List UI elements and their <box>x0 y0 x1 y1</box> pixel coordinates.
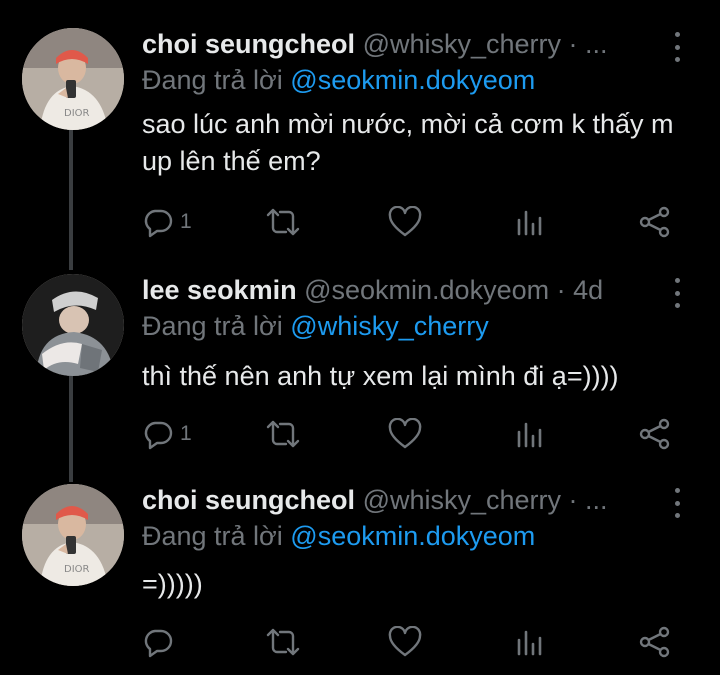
retweet-icon <box>266 420 300 448</box>
share-button[interactable] <box>638 622 672 662</box>
svg-text:DIOR: DIOR <box>64 564 90 575</box>
tweet-header: choi seungcheol @whisky_cherry · ... <box>142 26 657 62</box>
tweet-text: thì thế nên anh tự xem lại mình đi ạ=)))… <box>142 361 619 391</box>
more-vertical-icon[interactable] <box>667 488 687 518</box>
timestamp[interactable]: ... <box>585 29 608 59</box>
replying-to-mention[interactable]: @seokmin.dokyeom <box>290 65 535 95</box>
like-button[interactable] <box>388 622 422 662</box>
replying-to-label: Đang trả lời <box>142 521 283 551</box>
retweet-button[interactable] <box>265 414 301 454</box>
display-name[interactable]: choi seungcheol <box>142 29 355 59</box>
tweet-header: choi seungcheol @whisky_cherry · ... <box>142 482 657 518</box>
tweet-text: =))))) <box>142 569 203 599</box>
replying-to-mention[interactable]: @whisky_cherry <box>290 311 488 341</box>
analytics-bars-icon <box>517 630 542 656</box>
timestamp[interactable]: ... <box>585 485 608 515</box>
replying-to: Đang trả lời @whisky_cherry <box>142 308 489 344</box>
time-separator: · <box>568 485 578 515</box>
share-button[interactable] <box>638 414 672 454</box>
views-button[interactable] <box>515 202 545 242</box>
heart-icon <box>388 418 422 449</box>
more-vertical-icon[interactable] <box>667 32 687 62</box>
replying-to-label: Đang trả lời <box>142 65 283 95</box>
display-name[interactable]: choi seungcheol <box>142 485 355 515</box>
reply-button[interactable]: 1 <box>142 414 192 454</box>
timestamp[interactable]: 4d <box>573 275 603 305</box>
views-button[interactable] <box>515 622 545 662</box>
tweet[interactable]: DIOR choi seungcheol @whisky_cherry · ..… <box>0 482 720 675</box>
user-handle[interactable]: @whisky_cherry <box>363 485 561 515</box>
avatar[interactable]: DIOR <box>22 28 124 130</box>
replying-to-mention[interactable]: @seokmin.dokyeom <box>290 521 535 551</box>
avatar-image <box>22 274 124 376</box>
more-vertical-icon[interactable] <box>667 278 687 308</box>
replying-to: Đang trả lời @seokmin.dokyeom <box>142 518 535 554</box>
replying-to-label: Đang trả lời <box>142 311 283 341</box>
heart-icon <box>388 206 422 237</box>
reply-count: 1 <box>180 422 192 445</box>
share-icon <box>639 418 670 450</box>
analytics-bars-icon <box>517 422 542 448</box>
avatar-image: DIOR <box>22 28 124 130</box>
share-button[interactable] <box>638 202 672 242</box>
comment-bubble-icon <box>144 209 173 238</box>
avatar[interactable]: DIOR <box>22 484 124 586</box>
share-icon <box>639 206 670 238</box>
reply-button[interactable] <box>142 622 180 662</box>
user-handle[interactable]: @seokmin.dokyeom <box>304 275 549 305</box>
retweet-icon <box>266 208 300 236</box>
reply-count: 1 <box>180 210 192 233</box>
replying-to: Đang trả lời @seokmin.dokyeom <box>142 62 535 98</box>
comment-bubble-icon <box>144 421 173 450</box>
retweet-button[interactable] <box>265 202 301 242</box>
time-separator: · <box>568 29 578 59</box>
tweet-header: lee seokmin @seokmin.dokyeom · 4d <box>142 272 657 308</box>
reply-button[interactable]: 1 <box>142 202 192 242</box>
tweet-actions <box>0 622 720 662</box>
share-icon <box>639 626 670 658</box>
tweet-text: sao lúc anh mời nước, mời cả cơm k thấy … <box>142 109 674 176</box>
time-separator: · <box>556 275 566 305</box>
avatar[interactable] <box>22 274 124 376</box>
tweet[interactable]: DIOR choi seungcheol @whisky_cherry · ..… <box>0 26 720 256</box>
tweet[interactable]: lee seokmin @seokmin.dokyeom · 4d Đang t… <box>0 272 720 472</box>
tweet-thread: DIOR choi seungcheol @whisky_cherry · ..… <box>0 0 720 675</box>
comment-bubble-icon <box>144 629 173 658</box>
heart-icon <box>388 626 422 657</box>
tweet-actions: 1 <box>0 414 720 454</box>
tweet-actions: 1 <box>0 202 720 242</box>
like-button[interactable] <box>388 414 422 454</box>
svg-text:DIOR: DIOR <box>64 108 90 119</box>
analytics-bars-icon <box>517 210 542 236</box>
like-button[interactable] <box>388 202 422 242</box>
display-name[interactable]: lee seokmin <box>142 275 297 305</box>
retweet-button[interactable] <box>265 622 301 662</box>
user-handle[interactable]: @whisky_cherry <box>363 29 561 59</box>
views-button[interactable] <box>515 414 545 454</box>
avatar-image: DIOR <box>22 484 124 586</box>
retweet-icon <box>266 628 300 656</box>
